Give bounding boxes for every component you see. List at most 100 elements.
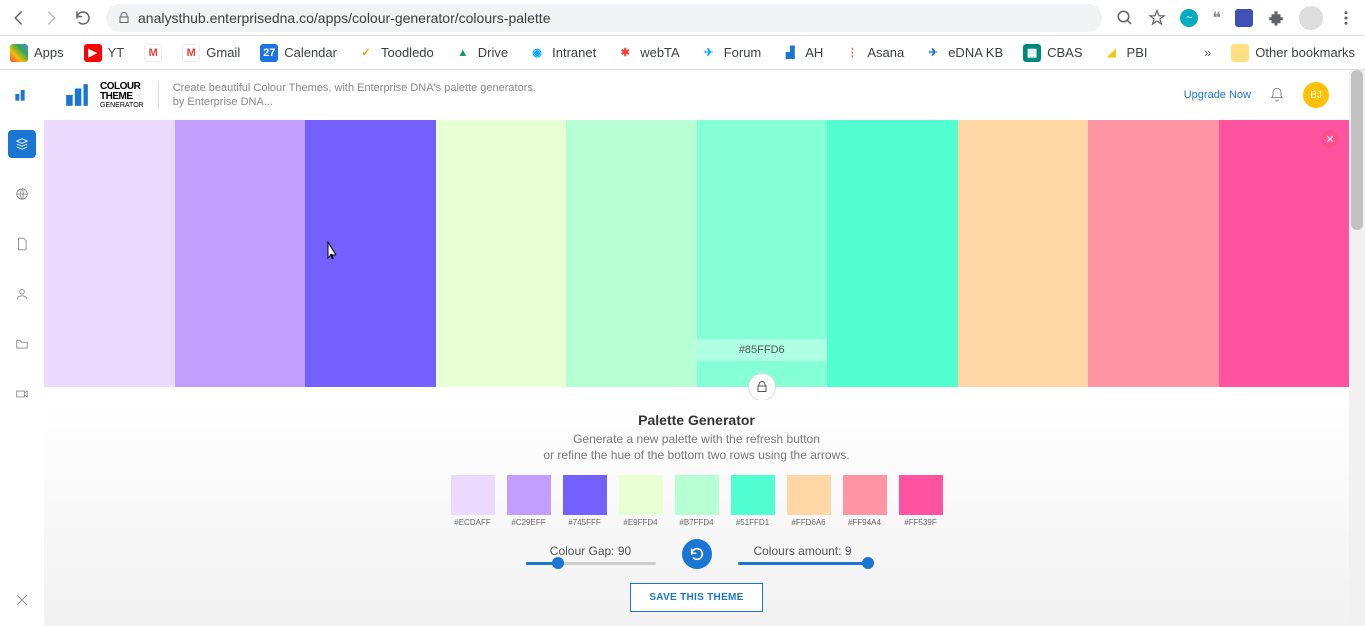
sidebar-item-settings[interactable] [8,586,36,614]
palette-swatch-4[interactable] [566,120,697,387]
colours-amount-label: Colours amount: 9 [753,544,851,558]
bookmark-webta[interactable]: ✱webTA [616,44,680,62]
panel-title: Palette Generator [638,412,755,428]
mini-chip [451,475,495,515]
sidebar-item-palette[interactable] [8,130,36,158]
bookmark-cbas[interactable]: ▦CBAS [1023,44,1082,62]
bookmark-ednakb[interactable]: ✈eDNA KB [924,44,1003,62]
mini-chip [787,475,831,515]
mini-palette: #ECDAFF #C29EFF #745FFF #E9FFD4 #B7FFD4 #51FF… [451,475,943,527]
mini-swatch-3[interactable]: #E9FFD4 [619,475,663,527]
zoom-icon[interactable] [1116,9,1134,27]
mini-swatch-6[interactable]: #FFD6A6 [787,475,831,527]
bookmark-gmail2[interactable]: MGmail [182,44,240,62]
reload-button[interactable] [74,9,92,27]
mini-hex-label: #FF94A4 [848,518,881,527]
sidebar [0,70,44,626]
bookmark-toodledo[interactable]: ✓Toodledo [357,44,434,62]
refresh-button[interactable] [682,539,712,569]
swatch-hex-label: #85FFD6 [697,339,828,361]
save-theme-button[interactable]: SAVE THIS THEME [630,583,762,612]
bookmark-ah[interactable]: ▟AH [781,44,823,62]
palette-swatch-8[interactable] [1088,120,1219,387]
forward-button[interactable] [42,9,60,27]
colour-gap-control: Colour Gap: 90 [526,544,656,565]
mini-swatch-4[interactable]: #B7FFD4 [675,475,719,527]
sidebar-item-video[interactable] [8,380,36,408]
extension-icons: ~ ❝ [1116,6,1355,30]
mini-chip [731,475,775,515]
ext-3-icon[interactable] [1235,9,1253,27]
user-avatar[interactable]: BJ [1303,82,1329,108]
mini-swatch-5[interactable]: #51FFD1 [731,475,775,527]
panel-desc: Generate a new palette with the refresh … [543,432,849,463]
sidebar-item-home[interactable] [8,80,36,108]
close-icon[interactable]: ✕ [1321,130,1339,148]
mini-swatch-1[interactable]: #C29EFF [507,475,551,527]
sidebar-item-folder[interactable] [8,330,36,358]
mini-hex-label: #B7FFD4 [679,518,713,527]
bookmark-yt[interactable]: ▶YT [84,44,125,62]
colour-gap-slider[interactable] [526,562,656,565]
palette-swatch-7[interactable] [958,120,1089,387]
browser-toolbar: analysthub.enterprisedna.co/apps/colour-… [0,0,1365,36]
app-logo-icon [64,82,90,108]
palette-swatch-5[interactable]: #85FFD6 [697,120,828,387]
profile-avatar[interactable] [1299,6,1323,30]
bookmark-asana[interactable]: ⋮Asana [843,44,904,62]
upgrade-link[interactable]: Upgrade Now [1184,89,1251,101]
extensions-icon[interactable] [1267,9,1285,27]
bookmark-intranet[interactable]: ◉Intranet [528,44,596,62]
mini-swatch-8[interactable]: #FF539F [899,475,943,527]
palette-swatch-2[interactable] [305,120,436,387]
app-header: COLOUR THEME GENERATOR Create beautiful … [44,70,1349,120]
mini-swatch-0[interactable]: #ECDAFF [451,475,495,527]
brand-logo: COLOUR THEME GENERATOR [100,82,144,109]
bookmark-apps[interactable]: Apps [10,44,64,62]
mini-swatch-2[interactable]: #745FFF [563,475,607,527]
ext-2-icon[interactable]: ❝ [1212,8,1221,28]
bookmark-calendar[interactable]: 27Calendar [260,44,337,62]
mini-hex-label: #51FFD1 [736,518,769,527]
palette-swatch-1[interactable] [175,120,306,387]
palette-swatch-9[interactable] [1219,120,1350,387]
sidebar-item-profile[interactable] [8,280,36,308]
mini-swatch-7[interactable]: #FF94A4 [843,475,887,527]
scrollbar-thumb[interactable] [1351,70,1363,230]
bookmark-drive[interactable]: ▲Drive [454,44,508,62]
address-bar[interactable]: analysthub.enterprisedna.co/apps/colour-… [106,4,1102,32]
mini-chip [675,475,719,515]
mini-chip [843,475,887,515]
back-button[interactable] [10,9,28,27]
notifications-icon[interactable] [1269,87,1285,103]
bookmark-pbi[interactable]: ◢PBI [1103,44,1148,62]
colour-gap-label: Colour Gap: 90 [550,544,631,558]
palette-swatch-3[interactable] [436,120,567,387]
mini-chip [899,475,943,515]
mini-hex-label: #E9FFD4 [623,518,657,527]
ext-1-icon[interactable]: ~ [1180,9,1198,27]
palette-strip: #85FFD6 ✕ [44,120,1349,387]
sidebar-item-globe[interactable] [8,180,36,208]
menu-icon[interactable] [1337,9,1355,27]
colours-amount-control: Colours amount: 9 [738,544,868,565]
palette-swatch-0[interactable] [44,120,175,387]
mini-hex-label: #C29EFF [511,518,545,527]
lock-icon[interactable] [748,373,776,401]
bookmark-forum[interactable]: ✈Forum [700,44,762,62]
mini-chip [507,475,551,515]
colours-amount-slider[interactable] [738,562,868,565]
sidebar-item-file[interactable] [8,230,36,258]
lock-icon [118,12,130,24]
star-icon[interactable] [1148,9,1166,27]
mini-hex-label: #FF539F [904,518,936,527]
bookmarks-bar: Apps ▶YT M MGmail 27Calendar ✓Toodledo ▲… [0,36,1365,70]
bookmarks-overflow[interactable]: » [1204,45,1211,60]
other-bookmarks[interactable]: Other bookmarks [1231,44,1355,62]
palette-swatch-6[interactable] [827,120,958,387]
generator-panel: Palette Generator Generate a new palette… [44,400,1349,626]
mini-hex-label: #FFD6A6 [791,518,825,527]
bookmark-gmail1[interactable]: M [144,44,162,62]
mini-hex-label: #ECDAFF [454,518,490,527]
scrollbar[interactable] [1349,70,1365,626]
